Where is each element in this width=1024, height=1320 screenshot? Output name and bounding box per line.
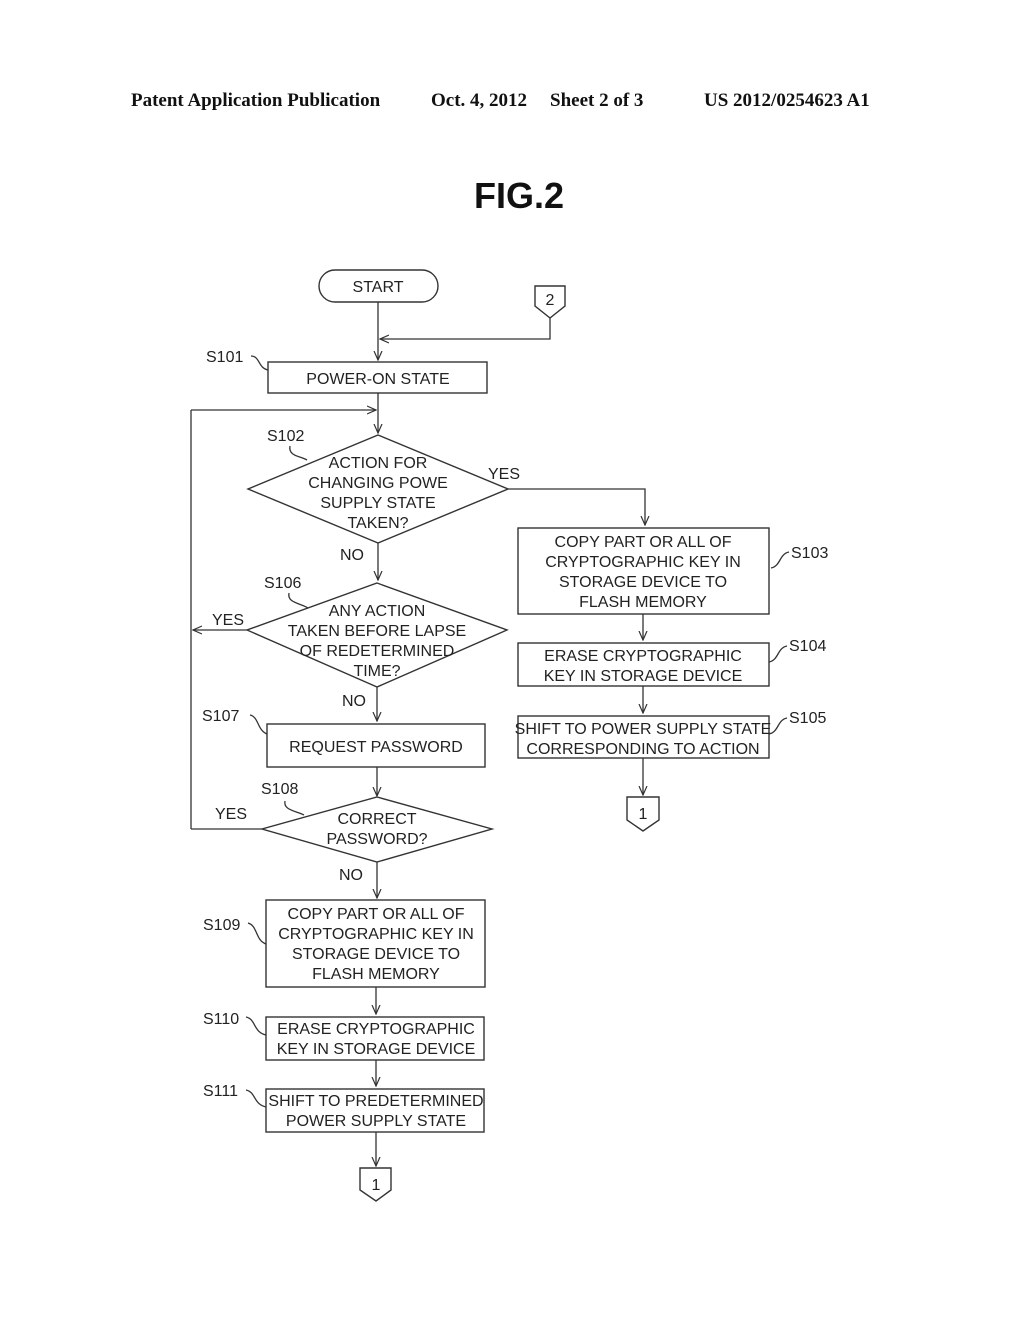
connector-1-left-label: 1 <box>372 1177 381 1194</box>
s107-step-label: S107 <box>202 708 239 725</box>
s108-yes-label: YES <box>215 806 247 823</box>
start-label: START <box>353 279 404 296</box>
s109-line-1: COPY PART OR ALL OF <box>288 906 465 923</box>
s102-step-label: S102 <box>267 428 304 445</box>
s103-line-3: STORAGE DEVICE TO <box>559 574 727 591</box>
s109-line-3: STORAGE DEVICE TO <box>292 946 460 963</box>
s111-leader <box>245 1089 267 1108</box>
s103-step-label: S103 <box>791 545 828 562</box>
start-terminal: START <box>318 269 439 303</box>
s102-line-1: ACTION FOR <box>329 455 428 472</box>
s102-leader <box>289 445 308 461</box>
s105-step-label: S105 <box>789 710 826 727</box>
s108-line-2: PASSWORD? <box>326 831 427 848</box>
s107-leader <box>249 714 268 735</box>
s106-no-label: NO <box>342 693 366 710</box>
edge-s102-yes <box>508 488 645 525</box>
flowchart: START 2 POWER-ON STATE S101 ACTION FOR C… <box>190 269 828 1202</box>
step-s111: SHIFT TO PREDETERMINED POWER SUPPLY STAT… <box>203 1083 485 1133</box>
s107-text: REQUEST PASSWORD <box>289 739 463 756</box>
s108-no-label: NO <box>339 867 363 884</box>
s106-line-1: ANY ACTION <box>329 603 426 620</box>
s110-line-1: ERASE CRYPTOGRAPHIC <box>277 1021 475 1038</box>
s102-no-label: NO <box>340 547 364 564</box>
s106-line-4: TIME? <box>353 663 400 680</box>
connector-1-right-label: 1 <box>639 806 648 823</box>
s111-step-label: S111 <box>203 1083 238 1100</box>
step-s110: ERASE CRYPTOGRAPHIC KEY IN STORAGE DEVIC… <box>203 1011 485 1061</box>
s102-line-3: SUPPLY STATE <box>320 495 435 512</box>
s109-line-2: CRYPTOGRAPHIC KEY IN <box>278 926 474 943</box>
connector-1-left: 1 <box>359 1167 392 1202</box>
s104-step-label: S104 <box>789 638 826 655</box>
decision-s102: ACTION FOR CHANGING POWE SUPPLY STATE TA… <box>246 428 520 564</box>
s106-step-label: S106 <box>264 575 301 592</box>
s110-line-2: KEY IN STORAGE DEVICE <box>277 1041 476 1058</box>
edge-conn2-s101 <box>380 318 551 339</box>
connector-2-label: 2 <box>546 292 555 309</box>
s106-line-3: OF REDETERMINED <box>300 643 455 660</box>
s105-line-1: SHIFT TO POWER SUPPLY STATE <box>515 721 772 738</box>
decision-s108: CORRECT PASSWORD? S108 YES NO <box>215 781 495 884</box>
s111-line-1: SHIFT TO PREDETERMINED <box>268 1093 483 1110</box>
s103-line-1: COPY PART OR ALL OF <box>555 534 732 551</box>
step-s107: REQUEST PASSWORD S107 <box>202 708 486 768</box>
s109-step-label: S109 <box>203 917 240 934</box>
s105-leader <box>768 717 788 735</box>
s104-line-2: KEY IN STORAGE DEVICE <box>544 668 743 685</box>
s111-line-2: POWER SUPPLY STATE <box>286 1113 466 1130</box>
step-s101: POWER-ON STATE S101 <box>206 349 488 394</box>
s108-leader <box>284 800 305 816</box>
step-s104: ERASE CRYPTOGRAPHIC KEY IN STORAGE DEVIC… <box>517 638 826 687</box>
s104-leader <box>768 645 788 663</box>
s102-line-4: TAKEN? <box>347 515 408 532</box>
s102-line-2: CHANGING POWE <box>308 475 448 492</box>
s109-line-4: FLASH MEMORY <box>312 966 440 983</box>
s106-line-2: TAKEN BEFORE LAPSE <box>288 623 466 640</box>
s101-text: POWER-ON STATE <box>306 371 449 388</box>
s106-leader <box>288 592 309 609</box>
decision-s106: ANY ACTION TAKEN BEFORE LAPSE OF REDETER… <box>212 575 509 710</box>
s103-leader <box>770 551 790 569</box>
s108-step-label: S108 <box>261 781 298 798</box>
s104-line-1: ERASE CRYPTOGRAPHIC <box>544 648 742 665</box>
s110-leader <box>245 1016 267 1036</box>
step-s103: COPY PART OR ALL OF CRYPTOGRAPHIC KEY IN… <box>517 527 828 615</box>
s110-step-label: S110 <box>203 1011 239 1028</box>
step-s105: SHIFT TO POWER SUPPLY STATE CORRESPONDIN… <box>515 710 826 759</box>
connector-2: 2 <box>534 285 566 319</box>
s108-line-1: CORRECT <box>337 811 416 828</box>
s109-leader <box>247 922 267 945</box>
s103-line-2: CRYPTOGRAPHIC KEY IN <box>545 554 741 571</box>
step-s109: COPY PART OR ALL OF CRYPTOGRAPHIC KEY IN… <box>203 899 486 988</box>
s106-yes-label: YES <box>212 612 244 629</box>
connector-1-right: 1 <box>626 796 660 832</box>
s103-line-4: FLASH MEMORY <box>579 594 707 611</box>
s105-line-2: CORRESPONDING TO ACTION <box>526 741 759 758</box>
s101-leader <box>250 355 269 371</box>
s102-yes-label: YES <box>488 466 520 483</box>
s101-step-label: S101 <box>206 349 243 366</box>
